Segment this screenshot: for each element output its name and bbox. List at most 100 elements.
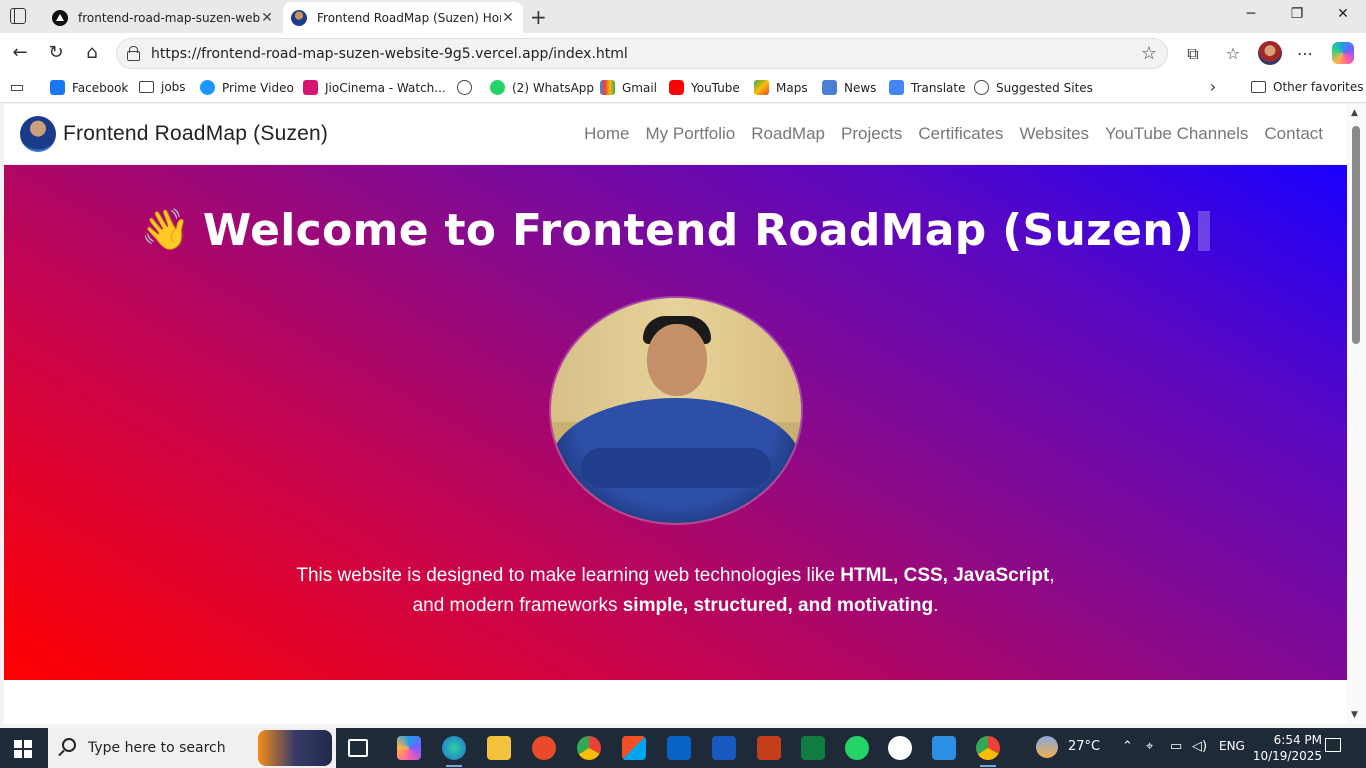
nav-link-certificates[interactable]: Certificates [918,124,1003,144]
tab-strip: frontend-road-map-suzen-websit ✕ Fronten… [0,0,1366,33]
page-scrollbar[interactable]: ▲ ▼ [1347,104,1366,724]
tab-vercel-dashboard[interactable]: frontend-road-map-suzen-websit ✕ [44,2,282,33]
tab-title: frontend-road-map-suzen-websit [78,10,260,25]
tab-frontend-roadmap[interactable]: Frontend RoadMap (Suzen) Home ✕ [283,2,523,33]
favorite-suggested-sites[interactable]: Suggested Sites [974,80,1093,95]
network-icon[interactable]: ▭ [1170,739,1182,754]
nav-link-youtube-channels[interactable]: YouTube Channels [1105,124,1248,144]
refresh-button[interactable]: ↻ [44,42,68,66]
meet-now-icon[interactable]: ⌖ [1146,739,1153,754]
brand-avatar[interactable] [20,116,56,152]
favorite-jobs[interactable]: jobs [139,80,186,94]
outlook-icon[interactable] [667,736,691,760]
close-tab-icon[interactable]: ✕ [501,10,515,26]
file-explorer-icon[interactable] [487,736,511,760]
brand-name[interactable]: Frontend RoadMap (Suzen) [63,122,328,146]
favorite-label: Facebook [72,80,129,95]
chrome-icon[interactable] [577,736,601,760]
microsoft-store-icon[interactable] [622,736,646,760]
favorite-prime-video[interactable]: Prime Video [200,80,294,95]
desc-text: . [933,595,939,616]
site-favicon-icon [291,9,307,26]
windows-start-icon[interactable] [14,740,32,758]
taskbar-search[interactable]: Type here to search [48,728,336,768]
task-view-icon[interactable] [348,739,368,757]
copilot-taskbar-icon[interactable] [397,736,421,760]
desc-text: , [1049,565,1055,586]
restore-button[interactable]: ❐ [1274,6,1320,22]
nav-link-contact[interactable]: Contact [1264,124,1323,144]
chrome-active-icon[interactable] [976,736,1000,767]
favorite-label: JioCinema - Watch... [325,80,446,95]
favorite-youtube[interactable]: YouTube [669,80,740,95]
volume-icon[interactable]: ◁) [1192,739,1207,754]
nav-link-projects[interactable]: Projects [841,124,902,144]
close-tab-icon[interactable]: ✕ [260,10,274,26]
favorite-star-icon[interactable]: ☆ [1141,43,1157,64]
address-bar[interactable]: https://frontend-road-map-suzen-website-… [116,38,1168,69]
language-indicator[interactable]: ENG [1219,739,1245,753]
reading-view-icon[interactable]: ▭ [4,74,30,100]
nav-link-roadmap[interactable]: RoadMap [751,124,825,144]
desc-highlight: HTML, CSS, JavaScript [840,565,1050,586]
favorite-label: jobs [161,80,186,94]
powerpoint-icon[interactable] [757,736,781,760]
typing-caret [1198,211,1211,251]
github-icon[interactable] [888,736,912,760]
weather-icon[interactable] [1036,736,1058,758]
vscode-icon[interactable] [932,736,956,760]
favorite-label: News [844,80,877,95]
show-hidden-icons-icon[interactable]: ⌃ [1122,739,1133,754]
favorite-whatsapp[interactable]: (2) WhatsApp [490,80,594,95]
clock[interactable]: 6:54 PM 10/19/2025 [1244,732,1322,764]
scroll-thumb[interactable] [1352,126,1360,344]
nav-link-websites[interactable]: Websites [1019,124,1089,144]
favorite-translate[interactable]: Translate [889,80,966,95]
favorites-bar: ▭ Facebook jobs Prime Video JioCinema - … [0,74,1366,103]
favorite-label: Other favorites [1273,80,1364,94]
favorite-news[interactable]: News [822,80,876,95]
nav-link-home[interactable]: Home [584,124,629,144]
word-icon[interactable] [712,736,736,760]
hero-title: 👋 Welcome to Frontend RoadMap (Suzen) [4,205,1347,256]
profile-photo [551,298,801,523]
scroll-down-icon[interactable]: ▼ [1351,710,1358,720]
favorite-jiocinema[interactable]: JioCinema - Watch... [303,80,446,95]
news-icon [822,80,837,95]
brave-icon[interactable] [532,736,556,760]
url-text[interactable]: https://frontend-road-map-suzen-website-… [151,46,628,62]
copilot-icon[interactable] [1332,42,1354,64]
whatsapp-icon [490,80,505,95]
notifications-icon[interactable] [1325,738,1341,752]
profile-avatar[interactable] [1258,41,1282,65]
back-button[interactable]: ← [8,42,32,66]
favorites-icon[interactable]: ☆ [1220,41,1246,67]
minimize-button[interactable]: ─ [1228,6,1274,22]
globe-icon [457,80,472,95]
site-navbar: Frontend RoadMap (Suzen) Home My Portfol… [4,104,1347,165]
taskbar: Type here to search 27°C ⌃ ⌖ ▭ ◁) ENG 6:… [0,728,1366,768]
lock-icon[interactable] [127,46,140,61]
folder-icon [1251,81,1266,93]
excel-icon[interactable] [801,736,825,760]
nav-link-portfolio[interactable]: My Portfolio [646,124,736,144]
search-highlight-image [258,730,332,766]
other-favorites[interactable]: Other favorites [1251,80,1364,94]
web-page: Frontend RoadMap (Suzen) Home My Portfol… [4,104,1347,724]
favorite-globe[interactable] [457,80,479,95]
new-tab-button[interactable]: + [530,5,547,29]
more-options-icon[interactable]: ⋯ [1292,41,1318,67]
close-window-button[interactable]: ✕ [1320,6,1366,22]
extensions-icon[interactable]: ⧉ [1180,41,1206,67]
tab-actions-icon[interactable] [10,8,26,24]
favorite-gmail[interactable]: Gmail [600,80,657,95]
chevron-right-icon[interactable]: › [1200,74,1226,100]
home-button[interactable]: ⌂ [80,42,104,66]
weather-temp[interactable]: 27°C [1068,739,1100,754]
scroll-up-icon[interactable]: ▲ [1351,108,1358,118]
desc-highlight: simple, structured, and motivating [622,595,934,616]
favorite-facebook[interactable]: Facebook [50,80,128,95]
favorite-maps[interactable]: Maps [754,80,808,95]
whatsapp-taskbar-icon[interactable] [845,736,869,760]
edge-taskbar-icon[interactable] [442,736,466,767]
